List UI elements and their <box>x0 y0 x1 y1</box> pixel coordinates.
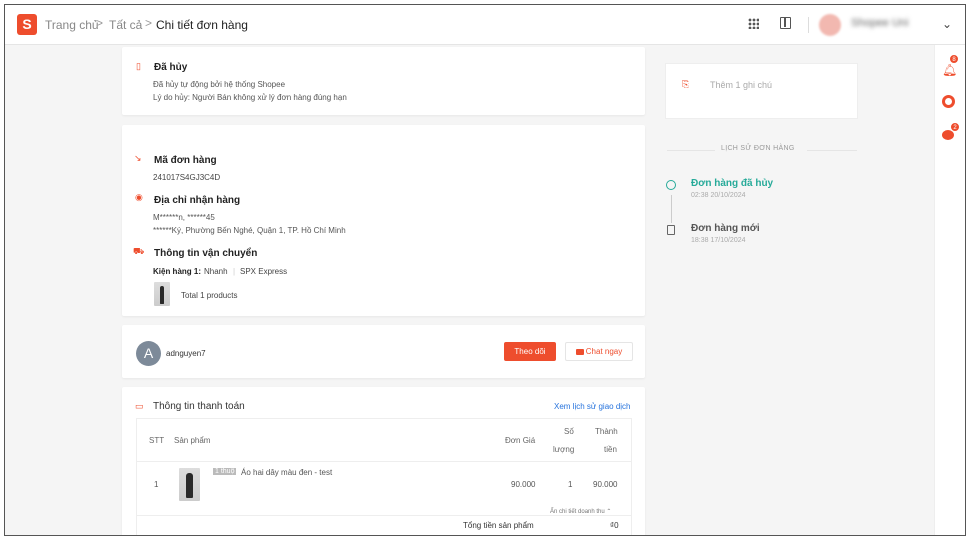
col-product: Sản phẩm <box>174 436 211 445</box>
shipping-title: Thông tin vận chuyển <box>154 248 258 259</box>
chevron-down-icon[interactable]: ⌄ <box>942 17 952 31</box>
divider: | <box>233 267 236 276</box>
shop-name[interactable]: Shopee Uni <box>851 17 909 29</box>
col-total-2: tiền <box>604 445 617 454</box>
event-time-new: 18:38 17/10/2024 <box>691 237 746 244</box>
row-unit-price: 90.000 <box>511 480 536 489</box>
buyer-username[interactable]: adnguyen7 <box>166 349 206 358</box>
truck-icon: ⛟ <box>133 246 145 256</box>
bell-icon[interactable]: 🔔︎ <box>942 63 957 77</box>
event-title-cancelled: Đơn hàng đã hủy <box>691 178 774 189</box>
location-pin-icon: ◉ <box>135 192 143 202</box>
row-stt: 1 <box>154 480 159 489</box>
breadcrumb-all[interactable]: Tất cả <box>109 18 142 32</box>
total-products: Total 1 products <box>181 291 238 300</box>
divider <box>808 17 809 33</box>
timeline-connector <box>671 195 672 223</box>
chat-badge: 2 <box>950 122 960 132</box>
payment-table: STT Sản phẩm Đơn Giá Số lượng Thành tiền… <box>136 418 632 535</box>
clipboard-icon: ▯ <box>136 61 141 71</box>
cancel-circle-icon <box>666 180 676 190</box>
shopee-logo-icon[interactable]: S <box>17 14 37 35</box>
status-title: Đã hủy <box>154 62 188 73</box>
col-stt: STT <box>149 436 165 445</box>
floating-toolbar <box>934 45 965 535</box>
divider <box>807 150 857 151</box>
document-icon <box>667 225 675 235</box>
apps-grid-icon[interactable] <box>748 18 759 29</box>
col-qty-1: Số <box>564 427 574 436</box>
subtotal-label: Tổng tiền sản phẩm <box>463 521 534 530</box>
variant-tag: 1 thuộ <box>213 468 237 475</box>
follow-button[interactable]: Theo dõi <box>504 342 556 361</box>
transaction-history-link[interactable]: Xem lịch sử giao dịch <box>554 402 631 411</box>
chevron-right-icon: > <box>145 16 153 30</box>
subtotal-value: ₫0 <box>610 521 619 530</box>
note-icon: ⎘ <box>682 79 690 89</box>
chevron-right-icon: > <box>96 16 104 30</box>
status-reason-line1: Đã hủy tự động bởi hệ thống Shopee <box>153 80 286 89</box>
payment-title: Thông tin thanh toán <box>153 401 245 412</box>
order-id-title: Mã đơn hàng <box>154 155 217 166</box>
product-thumbnail[interactable] <box>179 468 200 501</box>
chat-button-label: Chat ngay <box>585 347 623 356</box>
divider <box>667 150 715 151</box>
carrier-name: SPX Express <box>240 267 288 276</box>
product-name[interactable]: Áo hai dây màu đen - test <box>241 468 332 477</box>
history-title: LỊCH SỬ ĐƠN HÀNG <box>721 145 795 152</box>
col-qty-2: lượng <box>553 445 575 454</box>
app-window: S Trang chủ > Tất cả > Chi tiết đơn hàng… <box>4 4 966 536</box>
address-line: ******Ký, Phường Bến Nghé, Quận 1, TP. H… <box>153 226 346 235</box>
col-total-1: Thành <box>595 427 618 436</box>
divider <box>137 461 631 462</box>
order-id-value: 241017S4GJ3C4D <box>153 173 221 182</box>
col-unit-price: Đơn Giá <box>505 436 536 445</box>
chat-button[interactable]: Chat ngay <box>565 342 633 361</box>
breadcrumb-current: Chi tiết đơn hàng <box>156 18 248 32</box>
target-icon[interactable] <box>942 95 955 108</box>
event-title-new: Đơn hàng mới <box>691 223 760 234</box>
shop-avatar[interactable] <box>819 14 841 36</box>
payment-icon: ▭ <box>135 401 144 411</box>
order-info-card: ↘ Mã đơn hàng 241017S4GJ3C4D ◉ Địa chỉ n… <box>122 125 645 316</box>
book-icon[interactable] <box>780 17 791 29</box>
product-thumbnail[interactable] <box>154 282 170 306</box>
row-qty: 1 <box>568 480 573 489</box>
row-total: 90.000 <box>593 480 618 489</box>
notification-badge: 8 <box>949 54 959 64</box>
event-time-cancelled: 02:38 20/10/2024 <box>691 192 746 199</box>
address-name: M******n, ******45 <box>153 213 215 222</box>
breadcrumb-home[interactable]: Trang chủ <box>45 18 99 32</box>
hide-details-toggle[interactable]: Ẩn chi tiết doanh thu ⌃ <box>550 508 611 515</box>
status-reason-line2: Lý do hủy: Người Bán không xử lý đơn hàn… <box>153 93 347 102</box>
note-card[interactable]: ⎘ Thêm 1 ghi chú <box>665 63 858 119</box>
shipping-speed: Nhanh <box>204 267 228 276</box>
address-title: Địa chỉ nhận hàng <box>154 195 241 206</box>
divider <box>137 515 631 516</box>
top-bar: S Trang chủ > Tất cả > Chi tiết đơn hàng… <box>5 5 965 45</box>
buyer-avatar[interactable]: A <box>136 341 161 366</box>
package-label: Kiện hàng 1: <box>153 267 202 276</box>
order-id-icon: ↘ <box>134 153 142 163</box>
note-placeholder[interactable]: Thêm 1 ghi chú <box>710 80 772 90</box>
chat-icon <box>575 348 584 355</box>
status-card: ▯ Đã hủy Đã hủy tự động bởi hệ thống Sho… <box>122 47 645 115</box>
